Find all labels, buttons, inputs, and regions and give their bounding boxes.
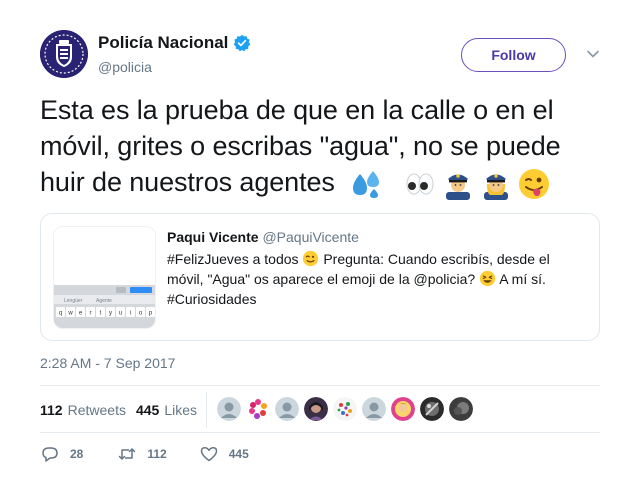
thumbnail-key-label: u <box>119 311 122 317</box>
police-officer-woman-icon <box>480 168 512 200</box>
quoted-text-line1: #FelizJueves a todos <box>167 251 299 267</box>
thumbnail-suggestion-2: Agente <box>96 298 112 304</box>
quoted-tweet-text: #FelizJueves a todos Pregunta: Cuando es… <box>167 249 587 309</box>
tweet-timestamp[interactable]: 2:28 AM - 7 Sep 2017 <box>40 355 175 371</box>
winking-face-icon <box>302 250 319 267</box>
quoted-text-line3[interactable]: #Curiosidades <box>167 291 257 307</box>
eyes-icon <box>404 168 436 200</box>
liker-avatar[interactable] <box>246 397 270 421</box>
thumbnail-suggestion-1: Lengüer <box>64 298 83 304</box>
likes-label[interactable]: Likes <box>164 402 197 418</box>
author-handle[interactable]: @policia <box>98 59 152 75</box>
reply-count: 28 <box>70 447 84 461</box>
chevron-down-icon[interactable] <box>586 47 600 61</box>
quoted-text-line1b: Pregunta: Cuando escribís, desde el <box>323 251 550 267</box>
likers-avatars <box>217 397 473 421</box>
sweat-droplets-icon <box>350 168 382 200</box>
heart-icon <box>199 444 219 464</box>
police-officer-man-icon <box>442 168 474 200</box>
thumbnail-key-label: w <box>67 311 73 317</box>
quoted-tweet[interactable]: Lengüer Agente qwertyuiop Paqui Vicente … <box>40 213 600 341</box>
quoted-text-line2: móvil, "Agua" os aparece el emoji de la … <box>167 271 476 287</box>
like-count: 445 <box>228 447 249 461</box>
liker-avatar[interactable] <box>275 397 299 421</box>
tweet-actions: 28 112 445 <box>40 444 249 464</box>
stats-separator <box>206 392 207 428</box>
thumbnail-key-label: i <box>130 311 131 317</box>
liker-avatar[interactable] <box>304 397 328 421</box>
retweets-count[interactable]: 112 <box>40 402 63 418</box>
tweet-text: Esta es la prueba de que en la calle o e… <box>40 92 600 200</box>
follow-button[interactable]: Follow <box>461 38 566 72</box>
retweets-label[interactable]: Retweets <box>68 402 126 418</box>
thumbnail-key-label: r <box>90 311 92 317</box>
reply-button[interactable]: 28 <box>40 444 83 464</box>
quoted-text-line2b: A mí sí. <box>499 271 546 287</box>
thumbnail-key-label: q <box>59 311 62 317</box>
likes-count[interactable]: 445 <box>136 402 159 418</box>
quoted-author[interactable]: Paqui Vicente @PaquiVicente <box>167 229 359 245</box>
divider-top <box>40 385 600 386</box>
verified-badge-icon <box>233 34 251 52</box>
tweet-emojis <box>350 168 550 200</box>
winking-face-with-tongue-icon <box>518 168 550 200</box>
liker-avatar[interactable] <box>217 397 241 421</box>
tweet-header: Policía Nacional @policia Follow <box>40 30 600 80</box>
retweet-count: 112 <box>147 447 167 461</box>
author-name-row[interactable]: Policía Nacional <box>98 33 251 53</box>
retweet-icon <box>117 444 137 464</box>
thumbnail-key-label: y <box>109 311 112 317</box>
liker-avatar[interactable] <box>333 397 357 421</box>
reply-icon <box>40 444 60 464</box>
quoted-tweet-thumbnail[interactable]: Lengüer Agente qwertyuiop <box>53 226 156 329</box>
divider-bottom <box>40 432 600 433</box>
quoted-author-handle[interactable]: @PaquiVicente <box>262 229 358 245</box>
liker-avatar[interactable] <box>449 397 473 421</box>
quoted-author-name[interactable]: Paqui Vicente <box>167 229 259 245</box>
tweet-stats: 112 Retweets 445 Likes <box>40 395 207 425</box>
liker-avatar[interactable] <box>362 397 386 421</box>
like-button[interactable]: 445 <box>199 444 249 464</box>
grinning-squinting-face-icon <box>479 270 496 287</box>
liker-avatar[interactable] <box>391 397 415 421</box>
policia-avatar[interactable] <box>40 30 88 78</box>
retweet-button[interactable]: 112 <box>117 444 167 464</box>
author-name[interactable]: Policía Nacional <box>98 33 228 53</box>
liker-avatar[interactable] <box>420 397 444 421</box>
